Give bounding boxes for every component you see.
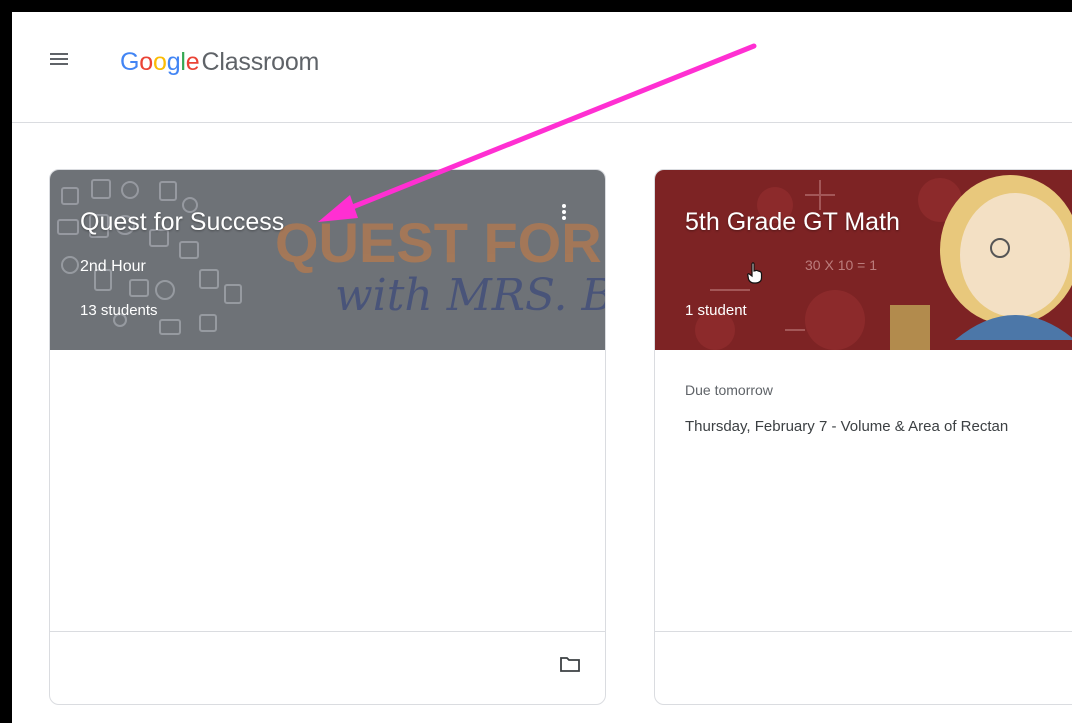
logo-letter: G — [120, 48, 140, 76]
app-name: Classroom — [201, 48, 320, 76]
folder-icon[interactable] — [560, 656, 580, 672]
more-options-icon[interactable] — [559, 202, 569, 228]
assignment-link[interactable]: Thursday, February 7 - Volume & Area of … — [685, 418, 1008, 435]
google-classroom-logo[interactable]: GoogleClassroom — [120, 48, 319, 77]
hand-cursor-icon — [747, 262, 763, 284]
logo-letter: o — [152, 48, 167, 76]
card-footer — [50, 631, 605, 704]
student-count: 13 students — [80, 302, 158, 319]
top-app-bar: GoogleClassroom — [12, 12, 1072, 123]
banner-text-2: with MRS. BRA — [335, 270, 605, 321]
class-card-5th-grade-gt-math[interactable]: 30 X 10 = 1 5th Grade GT Math 1 student … — [654, 169, 1072, 705]
classroom-window: GoogleClassroom QUEST FOR with MRS. Ques… — [12, 12, 1072, 723]
due-label: Due tomorrow — [685, 382, 773, 398]
hamburger-menu-icon[interactable] — [46, 50, 72, 72]
class-banner: QUEST FOR SU with MRS. BRA Quest for Suc… — [50, 170, 605, 350]
logo-letter: e — [185, 48, 200, 76]
student-count: 1 student — [685, 302, 747, 319]
class-title[interactable]: 5th Grade GT Math — [685, 208, 900, 237]
class-title[interactable]: Quest for Success — [80, 208, 284, 237]
logo-letter: g — [166, 48, 181, 76]
card-footer — [655, 631, 1072, 704]
class-banner: 30 X 10 = 1 5th Grade GT Math 1 student — [655, 170, 1072, 350]
class-card-quest-for-success[interactable]: QUEST FOR SU with MRS. BRA Quest for Suc… — [49, 169, 606, 705]
banner-text-1: QUEST FOR SU — [275, 211, 605, 274]
banner-math-text: 30 X 10 = 1 — [805, 257, 877, 273]
class-section: 2nd Hour — [80, 258, 146, 275]
logo-letter: o — [139, 48, 153, 76]
banner-artwork: 30 X 10 = 1 — [695, 175, 1072, 350]
google-wordmark: Google — [120, 48, 200, 76]
